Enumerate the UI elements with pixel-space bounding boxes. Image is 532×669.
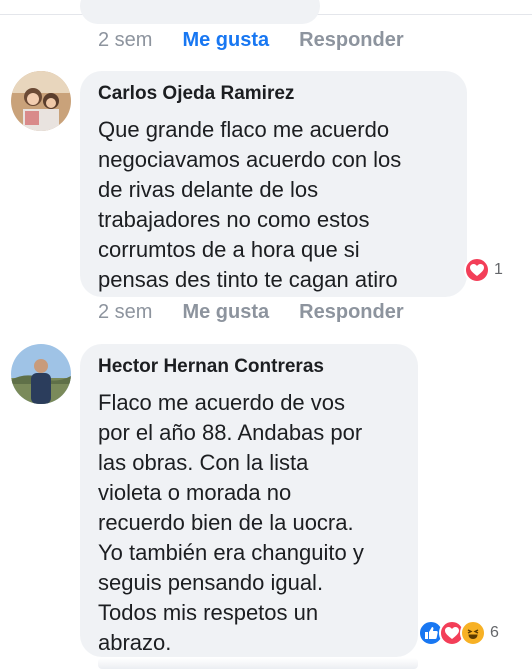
comment-author[interactable]: Carlos Ojeda Ramirez bbox=[98, 83, 294, 105]
like-button[interactable]: Me gusta bbox=[182, 301, 269, 324]
comment-bubble: Hector Hernan Contreras Flaco me acuerdo… bbox=[80, 344, 418, 657]
comment-author[interactable]: Hector Hernan Contreras bbox=[98, 356, 324, 378]
comment-text-line: pensas des tinto te cagan atiro bbox=[98, 267, 398, 292]
previous-comment-bubble bbox=[80, 0, 320, 24]
comment-text-line: Que grande flaco me acuerdo bbox=[98, 117, 390, 142]
comment-text-line: violeta o morada no bbox=[98, 480, 292, 505]
reactions-summary[interactable]: 1 bbox=[464, 257, 503, 283]
comment-text: Flaco me acuerdo de vos por el año 88. A… bbox=[98, 388, 364, 658]
reply-button[interactable]: Responder bbox=[299, 29, 403, 52]
comment-text-line: Todos mis respetos un bbox=[98, 600, 319, 625]
reply-button[interactable]: Responder bbox=[299, 301, 403, 324]
avatar-hector[interactable] bbox=[11, 344, 71, 404]
previous-comment-actions: 2 sem Me gusta Responder bbox=[98, 28, 404, 52]
comment-text: Que grande flaco me acuerdo negociavamos… bbox=[98, 115, 401, 295]
comment-text-line: abrazo. bbox=[98, 630, 172, 655]
reactions-summary[interactable]: 6 bbox=[418, 620, 499, 646]
comment-text-line: Yo también era changuito y bbox=[98, 540, 364, 565]
comment-text-line: por el año 88. Andabas por bbox=[98, 420, 363, 445]
comment-bubble: Carlos Ojeda Ramirez Que grande flaco me… bbox=[80, 71, 467, 297]
comment-timestamp[interactable]: 2 sem bbox=[98, 301, 152, 324]
comment-text-line: negociavamos acuerdo con los bbox=[98, 147, 402, 172]
comment-text-line: recuerdo bien de la uocra. bbox=[98, 510, 354, 535]
comment-text-line: seguis pensando igual. bbox=[98, 570, 324, 595]
avatar-carlos[interactable] bbox=[11, 71, 71, 131]
comment-text-line: trabajadores no como estos bbox=[98, 207, 370, 232]
comment-actions: 2 sem Me gusta Responder bbox=[98, 300, 404, 324]
like-button[interactable]: Me gusta bbox=[182, 29, 269, 52]
comment-timestamp[interactable]: 2 sem bbox=[98, 29, 152, 52]
reaction-count: 1 bbox=[494, 261, 503, 278]
love-icon bbox=[464, 257, 490, 283]
comment-text-line: las obras. Con la lista bbox=[98, 450, 309, 475]
comment-text-line: Flaco me acuerdo de vos bbox=[98, 390, 346, 415]
haha-icon bbox=[460, 620, 486, 646]
next-comment-actions-cut bbox=[98, 658, 418, 669]
comment-text-line: de rivas delante de los bbox=[98, 177, 319, 202]
reaction-count: 6 bbox=[490, 624, 499, 641]
comment-text-line: corrumtos de a hora que si bbox=[98, 237, 360, 262]
